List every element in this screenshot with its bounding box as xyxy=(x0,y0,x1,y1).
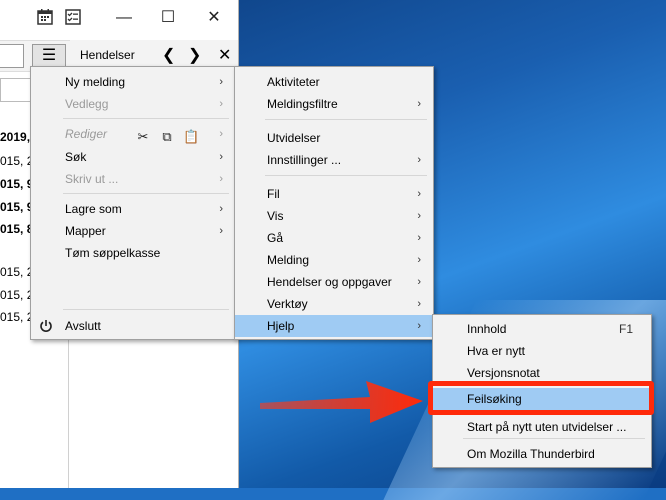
title-bar: — ☐ ✕ xyxy=(0,0,238,36)
submenu-arrow-icon: › xyxy=(417,320,421,332)
more-menu-item[interactable]: Vis › xyxy=(235,205,433,227)
menu-item-label: Fil xyxy=(267,187,280,201)
more-menu-item[interactable]: Gå › xyxy=(235,227,433,249)
app-menu: Ny melding › Vedlegg › Rediger ✂ ⧉ 📋 › Søk… xyxy=(30,66,236,340)
menu-item-label: Meldingsfiltre xyxy=(267,97,338,111)
menu-item-label: Melding xyxy=(267,253,310,267)
menu-item-label: Lagre som xyxy=(65,202,122,216)
menu-item-label: Innstillinger ... xyxy=(267,153,342,167)
calendar-icon[interactable] xyxy=(36,8,56,28)
menu-item-label: Tøm søppelkasse xyxy=(65,246,161,260)
menu-item-label: Mapper xyxy=(65,224,106,238)
menu-item-folders[interactable]: Mapper › xyxy=(31,220,235,242)
submenu-arrow-icon: › xyxy=(417,254,421,266)
more-menu-item[interactable]: Fil › xyxy=(235,183,433,205)
submenu-arrow-icon: › xyxy=(219,98,223,110)
menu-item-quit[interactable]: Avslutt xyxy=(31,315,235,337)
menu-item-new-message[interactable]: Ny melding › xyxy=(31,71,235,93)
menu-separator xyxy=(265,175,427,176)
menu-item-edit[interactable]: Rediger ✂ ⧉ 📋 › xyxy=(31,123,235,145)
submenu-arrow-icon: › xyxy=(417,276,421,288)
close-pane-button[interactable]: ✕ xyxy=(218,45,231,65)
submenu-arrow-icon: › xyxy=(219,128,223,140)
menu-item-attachments[interactable]: Vedlegg › xyxy=(31,93,235,115)
menu-item-label: Ny melding xyxy=(65,75,126,89)
menu-item-label: Søk xyxy=(65,150,87,164)
menu-item-label: Vedlegg xyxy=(65,97,109,111)
submenu-arrow-icon: › xyxy=(417,232,421,244)
menu-separator xyxy=(463,438,645,439)
menu-separator xyxy=(63,309,229,310)
menu-item-label: Gå xyxy=(267,231,284,245)
more-menu-item[interactable]: Innstillinger ... › xyxy=(235,149,433,171)
paste-icon[interactable]: 📋 xyxy=(183,126,199,148)
close-window-button[interactable]: ✕ xyxy=(200,6,228,30)
menu-item-label: Aktiviteter xyxy=(267,75,320,89)
copy-icon[interactable]: ⧉ xyxy=(159,126,175,148)
shortcut-label: F1 xyxy=(618,322,633,336)
submenu-arrow-icon: › xyxy=(417,154,421,166)
menu-item-label: Hjelp xyxy=(267,319,295,333)
next-button[interactable]: ❯ xyxy=(188,45,201,65)
more-submenu: Aktiviteter Meldingsfiltre › Utvidelser Inns… xyxy=(234,66,434,340)
submenu-arrow-icon: › xyxy=(219,203,223,215)
menu-separator xyxy=(265,119,427,120)
help-menu-item[interactable]: Start på nytt uten utvidelser ... xyxy=(433,416,651,438)
search-input[interactable] xyxy=(0,44,24,68)
help-menu-item[interactable]: Innhold F1 xyxy=(433,318,651,340)
more-menu-item[interactable]: Utvidelser xyxy=(235,127,433,149)
cut-icon[interactable]: ✂ xyxy=(135,126,151,148)
filter-box[interactable] xyxy=(0,78,32,102)
more-menu-item[interactable]: Hendelser og oppgaver › xyxy=(235,271,433,293)
submenu-arrow-icon: › xyxy=(417,298,421,310)
menu-item-label: Hendelser og oppgaver xyxy=(267,275,392,289)
menu-item-label: Vis xyxy=(267,209,284,223)
annotation-arrow-icon xyxy=(260,381,423,423)
more-menu-item[interactable]: Meldingsfiltre › xyxy=(235,93,433,115)
menu-item-empty-trash[interactable]: Tøm søppelkasse xyxy=(31,242,235,264)
submenu-arrow-icon: › xyxy=(417,98,421,110)
maximize-button[interactable]: ☐ xyxy=(154,6,182,30)
menu-item-label: Verktøy xyxy=(267,297,308,311)
menu-item-label: Om Mozilla Thunderbird xyxy=(467,447,595,461)
menu-item-print[interactable]: Skriv ut ... › xyxy=(31,168,235,190)
menu-item-label: Hva er nytt xyxy=(467,344,526,358)
annotation-highlight-box xyxy=(428,381,654,415)
menu-item-label: Avslutt xyxy=(65,319,101,333)
app-menu-button[interactable]: ☰ xyxy=(32,44,66,68)
power-icon xyxy=(39,315,53,340)
more-menu-item[interactable]: Melding › xyxy=(235,249,433,271)
submenu-arrow-icon: › xyxy=(219,173,223,185)
submenu-arrow-icon: › xyxy=(219,225,223,237)
help-menu-item[interactable]: Hva er nytt xyxy=(433,340,651,362)
table-row[interactable]: 015, 8 xyxy=(0,222,33,242)
more-menu-item[interactable]: Hjelp › xyxy=(235,315,433,337)
submenu-arrow-icon: › xyxy=(417,210,421,222)
menu-item-save-as[interactable]: Lagre som › xyxy=(31,198,235,220)
submenu-arrow-icon: › xyxy=(219,76,223,88)
help-menu-item[interactable]: Om Mozilla Thunderbird xyxy=(433,443,651,465)
minimize-button[interactable]: — xyxy=(110,6,138,30)
more-menu-item[interactable]: Aktiviteter xyxy=(235,71,433,93)
today-pane-title: Hendelser xyxy=(80,48,135,62)
menu-separator xyxy=(63,118,229,119)
menu-separator xyxy=(63,193,229,194)
menu-item-search[interactable]: Søk › xyxy=(31,146,235,168)
menu-item-label: Innhold xyxy=(467,322,507,336)
tasks-icon[interactable] xyxy=(64,8,84,28)
menu-item-label: Start på nytt uten utvidelser ... xyxy=(467,420,627,434)
previous-button[interactable]: ❮ xyxy=(162,45,175,65)
edit-icon-group: ✂ ⧉ 📋 xyxy=(135,126,207,144)
menu-item-label: Rediger xyxy=(65,127,108,141)
more-menu-item[interactable]: Verktøy › xyxy=(235,293,433,315)
menu-item-label: Skriv ut ... xyxy=(65,172,119,186)
menu-item-label: Utvidelser xyxy=(267,131,321,145)
submenu-arrow-icon: › xyxy=(219,151,223,163)
submenu-arrow-icon: › xyxy=(417,188,421,200)
